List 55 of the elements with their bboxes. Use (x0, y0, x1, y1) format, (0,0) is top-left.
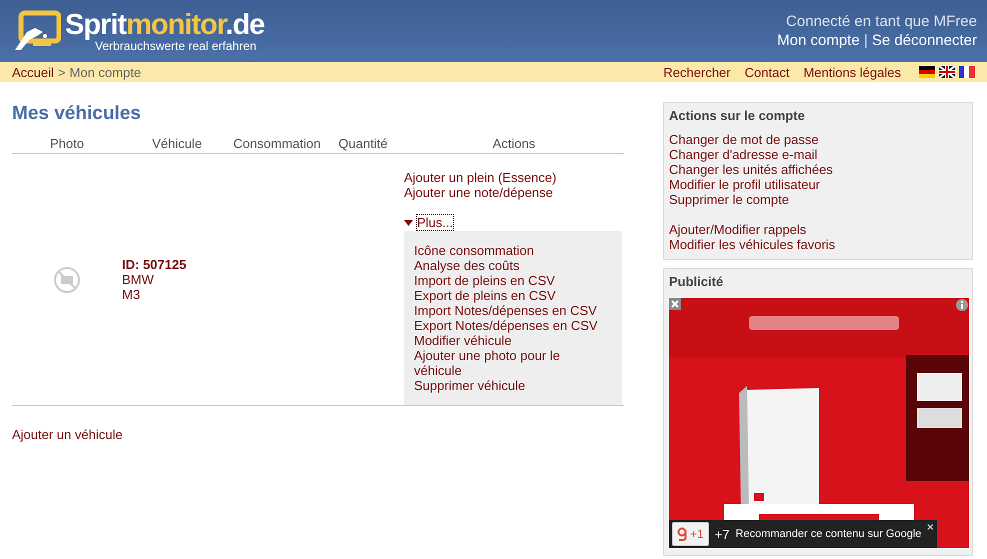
nav-link[interactable]: Mentions légales (803, 64, 901, 80)
account-action-link[interactable]: Ajouter/Modifier rappels (669, 222, 967, 237)
logo-icon (13, 10, 61, 52)
account-link[interactable]: Se déconnecter (872, 32, 977, 49)
column-header: Quantité (338, 136, 388, 151)
action-link[interactable]: Import de pleins en CSV (414, 273, 602, 288)
breadcrumb-separator: > (58, 64, 66, 80)
info-icon[interactable] (955, 298, 969, 312)
recommend-text: Recommander ce contenu sur Google (736, 526, 922, 542)
action-link[interactable]: Ajouter une note/dépense (404, 185, 624, 200)
close-icon[interactable] (927, 523, 934, 531)
nav-link[interactable]: Contact (744, 64, 790, 80)
column-header: Consommation (233, 136, 321, 151)
flag-icon[interactable] (939, 66, 955, 78)
no-photo-icon (53, 266, 81, 294)
action-link[interactable]: Supprimer véhicule (414, 378, 602, 393)
flag-icon[interactable] (919, 66, 935, 78)
breadcrumb-link[interactable]: Accueil (12, 64, 54, 80)
account-action-link[interactable]: Modifier le profil utilisateur (669, 177, 967, 192)
action-link[interactable]: Import Notes/dépenses en CSV (414, 303, 602, 318)
caret-down-icon[interactable] (404, 220, 413, 226)
plus-one-button[interactable]: +1 (672, 522, 709, 546)
plus-one-count: +7 (714, 526, 730, 542)
vehicle-id: ID: 507125 (122, 257, 188, 272)
flag-icon[interactable] (959, 66, 975, 78)
action-link[interactable]: Export Notes/dépenses en CSV (414, 318, 602, 333)
breadcrumb-current: Mon compte (70, 64, 142, 80)
account-link[interactable]: Mon compte (777, 32, 860, 49)
account-action-link[interactable]: Changer d'adresse e-mail (669, 147, 967, 162)
separator-text: | (862, 32, 869, 49)
vehicle-make: BMW (122, 272, 155, 287)
action-link[interactable]: Ajouter un plein (Essence) (404, 170, 624, 185)
action-link[interactable]: Ajouter une photo pour le véhicule (414, 348, 602, 378)
google-icon (677, 527, 687, 541)
account-action-link[interactable]: Modifier les véhicules favoris (669, 237, 967, 252)
action-link[interactable]: Analyse des coûts (414, 258, 602, 273)
add-vehicle-link[interactable]: Ajouter un véhicule (12, 427, 123, 442)
panel-title: Publicité (669, 274, 724, 289)
page-title: Mes véhicules (12, 104, 142, 124)
action-link[interactable]: Modifier véhicule (414, 333, 602, 348)
column-header: Actions (492, 136, 536, 151)
tagline: Verbrauchswerte real erfahren (95, 40, 258, 52)
nav-link[interactable]: Rechercher (663, 64, 731, 80)
account-action-link[interactable]: Changer les unités affichées (669, 162, 967, 177)
account-action-link[interactable]: Changer de mot de passe (669, 132, 967, 147)
more-toggle[interactable]: Plus... (417, 215, 454, 230)
action-link[interactable]: Export de pleins en CSV (414, 288, 602, 303)
panel-title: Actions sur le compte (669, 108, 806, 123)
column-header: Véhicule (152, 136, 202, 151)
logo-text[interactable]: Spritmonitor.de (65, 10, 264, 40)
vehicle-model: M3 (122, 287, 142, 302)
login-status: Connecté en tant que MFree (785, 12, 977, 31)
column-header: Photo (50, 136, 84, 151)
account-action-link[interactable]: Supprimer le compte (669, 192, 967, 207)
action-link[interactable]: Icône consommation (414, 243, 602, 258)
